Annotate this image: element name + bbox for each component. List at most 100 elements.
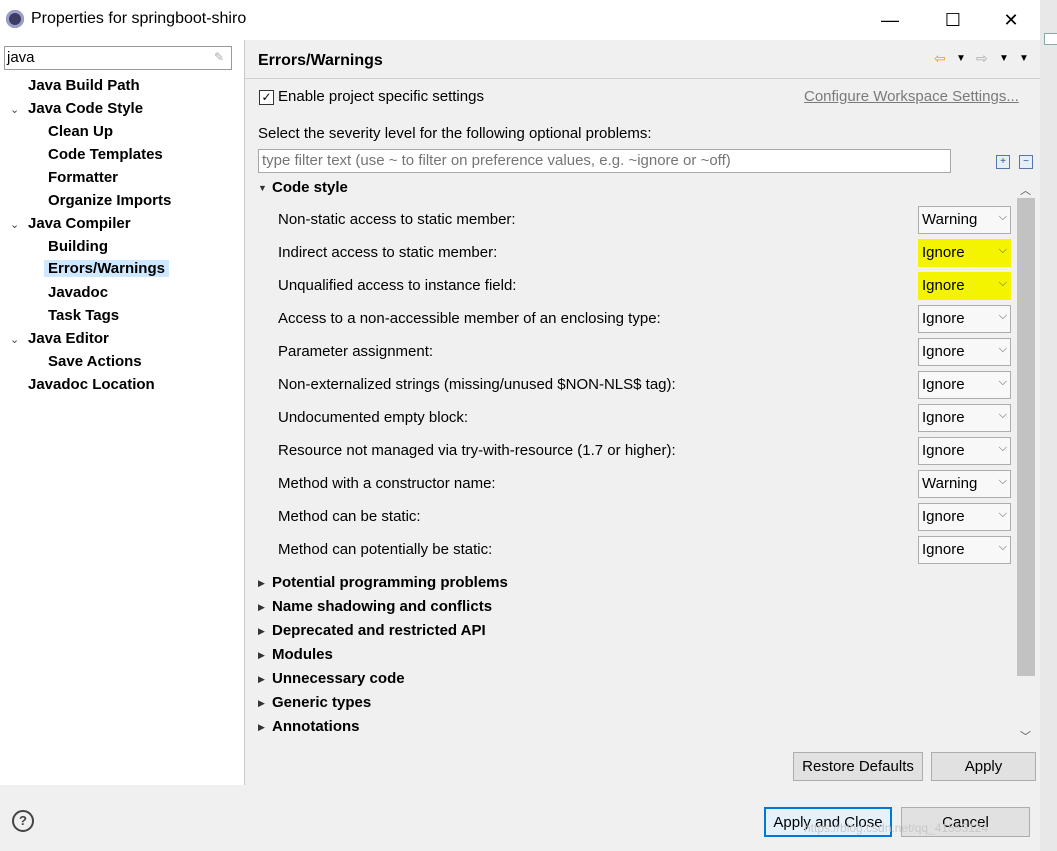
section-title: Annotations <box>272 718 360 735</box>
severity-value: Ignore <box>922 244 965 261</box>
option-label: Non-static access to static member: <box>278 211 516 228</box>
tree-item-formatter[interactable]: Formatter <box>48 169 118 186</box>
option-label: Indirect access to static member: <box>278 244 498 261</box>
expand-all-icon[interactable]: + <box>996 155 1010 169</box>
window-title: Properties for springboot-shiro <box>31 10 247 27</box>
severity-value: Ignore <box>922 310 965 327</box>
section-potential-programming-problems[interactable]: ▶ Potential programming problems <box>258 574 508 591</box>
severity-select[interactable]: Ignore ⌵ <box>918 437 1011 465</box>
tree-filter-value[interactable]: java <box>7 49 35 66</box>
background-restore-icon <box>1044 33 1057 45</box>
view-menu-icon[interactable]: ▼ <box>1019 53 1029 64</box>
chevron-down-icon: ⌵ <box>998 475 1007 487</box>
clear-filter-icon[interactable]: ✎ <box>214 50 227 64</box>
watermark: https://blog.csdn.net/qq_41553124 <box>804 821 989 835</box>
option-label: Method can be static: <box>278 508 421 525</box>
section-title: Deprecated and restricted API <box>272 622 486 639</box>
severity-select[interactable]: Warning ⌵ <box>918 470 1011 498</box>
maximize-button[interactable]: ☐ <box>930 4 976 36</box>
tree-item-code-templates[interactable]: Code Templates <box>48 146 163 163</box>
chevron-down-icon: ⌵ <box>998 244 1007 256</box>
section-generic-types[interactable]: ▶ Generic types <box>258 694 371 711</box>
option-label: Access to a non-accessible member of an … <box>278 310 661 327</box>
tree-item-organize-imports[interactable]: Organize Imports <box>48 192 171 209</box>
option-label: Parameter assignment: <box>278 343 434 360</box>
tree-item-java-editor[interactable]: Java Editor <box>28 330 109 347</box>
section-title: Name shadowing and conflicts <box>272 598 493 615</box>
expand-chevron-icon[interactable]: ⌄ <box>10 103 19 116</box>
severity-select[interactable]: Ignore ⌵ <box>918 404 1011 432</box>
severity-select[interactable]: Ignore ⌵ <box>918 239 1011 267</box>
vertical-scrollbar[interactable]: ︿ ﹀ <box>1017 180 1035 744</box>
severity-select[interactable]: Ignore ⌵ <box>918 338 1011 366</box>
background-window-edge <box>1040 0 1057 851</box>
forward-menu-icon[interactable]: ▼ <box>999 53 1009 64</box>
severity-value: Ignore <box>922 343 965 360</box>
chevron-down-icon: ⌵ <box>998 343 1007 355</box>
section-title: Unnecessary code <box>272 670 405 687</box>
option-label: Method with a constructor name: <box>278 475 496 492</box>
severity-value: Ignore <box>922 541 965 558</box>
problem-filter-field[interactable] <box>258 149 951 173</box>
expand-chevron-icon[interactable]: ⌄ <box>10 333 19 346</box>
chevron-down-icon: ⌵ <box>998 376 1007 388</box>
restore-defaults-button[interactable]: Restore Defaults <box>793 752 923 781</box>
minimize-button[interactable]: — <box>867 4 913 36</box>
eclipse-app-icon <box>6 10 24 28</box>
chevron-down-icon: ⌵ <box>998 508 1007 520</box>
severity-value: Ignore <box>922 508 965 525</box>
back-arrow-icon[interactable]: ⇦ <box>934 50 946 67</box>
tree-item-building[interactable]: Building <box>48 238 108 255</box>
severity-select[interactable]: Warning ⌵ <box>918 206 1011 234</box>
section-deprecated-api[interactable]: ▶ Deprecated and restricted API <box>258 622 486 639</box>
tree-item-save-actions[interactable]: Save Actions <box>48 353 142 370</box>
section-name-shadowing[interactable]: ▶ Name shadowing and conflicts <box>258 598 492 615</box>
page-title: Errors/Warnings <box>258 52 383 69</box>
header-divider <box>245 78 1040 79</box>
chevron-down-icon: ⌵ <box>998 442 1007 454</box>
scroll-down-icon[interactable]: ﹀ <box>1020 728 1031 744</box>
section-unnecessary-code[interactable]: ▶ Unnecessary code <box>258 670 405 687</box>
expand-chevron-icon[interactable]: ⌄ <box>10 218 19 231</box>
problem-filter-input[interactable] <box>259 150 945 170</box>
preference-tree-pane: java ✎ Java Build Path ⌄ Java Code Style… <box>0 40 245 785</box>
severity-select[interactable]: Ignore ⌵ <box>918 305 1011 333</box>
title-bar: Properties for springboot-shiro — ☐ ✕ <box>0 0 1040 40</box>
collapsed-triangle-icon: ▶ <box>258 602 265 612</box>
close-button[interactable]: ✕ <box>988 4 1034 36</box>
severity-select[interactable]: Ignore ⌵ <box>918 371 1011 399</box>
enable-project-settings-label: Enable project specific settings <box>278 88 484 105</box>
section-title: Modules <box>272 646 333 663</box>
section-title: Potential programming problems <box>272 574 508 591</box>
tree-item-java-compiler[interactable]: Java Compiler <box>28 215 131 232</box>
collapsed-triangle-icon: ▶ <box>258 578 265 588</box>
back-menu-icon[interactable]: ▼ <box>956 53 966 64</box>
severity-select[interactable]: Ignore ⌵ <box>918 503 1011 531</box>
tree-item-clean-up[interactable]: Clean Up <box>48 123 113 140</box>
tree-item-javadoc-location[interactable]: Javadoc Location <box>28 376 155 393</box>
scroll-up-icon[interactable]: ︿ <box>1020 182 1031 198</box>
tree-item-java-build-path[interactable]: Java Build Path <box>28 77 140 94</box>
severity-value: Ignore <box>922 409 965 426</box>
enable-project-settings-checkbox[interactable]: ✓ <box>259 90 274 105</box>
tree-filter-input[interactable]: java ✎ <box>4 46 232 70</box>
section-code-style[interactable]: ▼ Code style <box>258 179 348 196</box>
configure-workspace-link[interactable]: Configure Workspace Settings... <box>804 88 1019 105</box>
section-annotations[interactable]: ▶ Annotations <box>258 718 360 735</box>
tree-item-task-tags[interactable]: Task Tags <box>48 307 119 324</box>
section-modules[interactable]: ▶ Modules <box>258 646 333 663</box>
forward-arrow-icon[interactable]: ⇨ <box>976 50 988 67</box>
severity-select[interactable]: Ignore ⌵ <box>918 536 1011 564</box>
severity-value: Ignore <box>922 442 965 459</box>
chevron-down-icon: ⌵ <box>998 541 1007 553</box>
apply-button[interactable]: Apply <box>931 752 1036 781</box>
scrollbar-thumb[interactable] <box>1017 198 1035 676</box>
severity-select[interactable]: Ignore ⌵ <box>918 272 1011 300</box>
collapse-all-icon[interactable]: − <box>1019 155 1033 169</box>
tree-item-java-code-style[interactable]: Java Code Style <box>28 100 143 117</box>
tree-item-errors-warnings[interactable]: Errors/Warnings <box>44 260 169 277</box>
tree-item-javadoc[interactable]: Javadoc <box>48 284 108 301</box>
help-icon[interactable]: ? <box>12 810 34 832</box>
severity-value: Ignore <box>922 277 965 294</box>
option-label: Undocumented empty block: <box>278 409 469 426</box>
